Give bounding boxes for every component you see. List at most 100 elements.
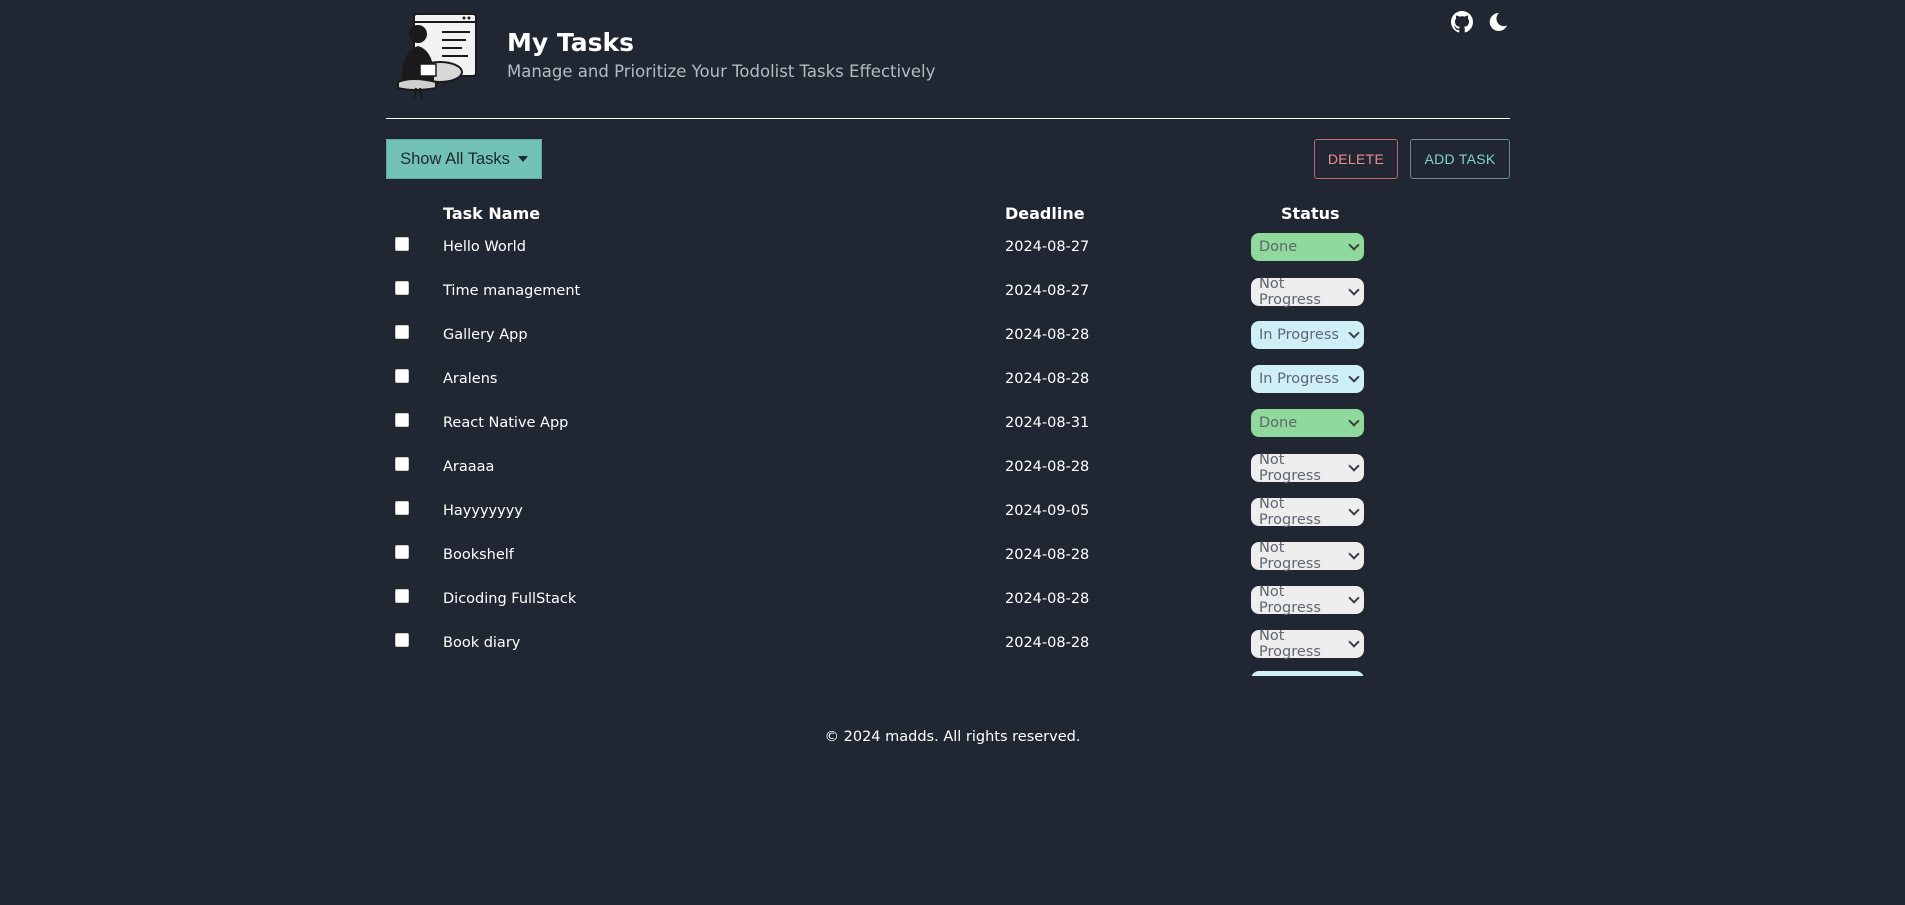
task-checkbox[interactable] <box>395 501 409 515</box>
task-name: Dicoding FullStack <box>443 591 577 607</box>
status-select[interactable]: Not Progress <box>1251 540 1364 572</box>
github-icon[interactable] <box>1450 10 1474 34</box>
status-cell: Not Progress <box>1251 533 1510 577</box>
table-row: Hello World 2024-08-27 Done <box>386 225 1510 269</box>
task-deadline: 2024-09-05 <box>1005 503 1090 519</box>
status-cell: Done <box>1251 401 1510 445</box>
table-row: Hayyyyyyy 2024-09-05 Not Progress <box>386 489 1510 533</box>
table-row: Dicoding FullStack 2024-08-28 Not Progress <box>386 577 1510 621</box>
table-row: Time management 2024-08-27 Not Progress <box>386 269 1510 313</box>
app-container: My Tasks Manage and Prioritize Your Todo… <box>386 0 1510 676</box>
task-checkbox[interactable] <box>395 545 409 559</box>
task-name: Aralens <box>443 371 498 387</box>
status-cell: In Progress <box>1251 357 1510 401</box>
status-select[interactable]: Not Progress <box>1251 276 1364 308</box>
table-header-row: Task Name Deadline Status <box>386 201 1510 225</box>
task-checkbox[interactable] <box>395 633 409 647</box>
select-cell <box>386 533 443 577</box>
status-select[interactable]: Not Progress <box>1251 628 1364 660</box>
status-value: Done <box>1259 239 1298 255</box>
top-icons <box>1450 10 1510 34</box>
status-cell: Not Progress <box>1251 577 1510 621</box>
table-row: Bookshelf 2024-08-28 Not Progress <box>386 533 1510 577</box>
task-deadline: 2024-08-28 <box>1005 327 1090 343</box>
moon-icon[interactable] <box>1486 10 1510 34</box>
status-value: Done <box>1259 415 1298 431</box>
add-task-button[interactable]: ADD TASK <box>1410 139 1510 179</box>
logo-illustration <box>397 13 477 101</box>
chevron-down-icon <box>1348 371 1360 383</box>
table-row-partial <box>386 665 1510 676</box>
status-select[interactable]: Done <box>1251 409 1364 437</box>
select-cell <box>386 401 443 445</box>
chevron-down-icon <box>1348 284 1360 296</box>
task-checkbox[interactable] <box>395 413 409 427</box>
task-name: Book diary <box>443 635 521 651</box>
select-cell <box>386 269 443 313</box>
select-cell <box>386 225 443 269</box>
task-table: Task Name Deadline Status Hello World 202… <box>386 201 1510 676</box>
status-value: Not Progress <box>1259 584 1321 616</box>
task-table-body: Hello World 2024-08-27 Done Time management… <box>386 225 1510 676</box>
chevron-down-icon <box>1348 327 1360 339</box>
status-cell: Not Progress <box>1251 445 1510 489</box>
task-name: Hayyyyyyy <box>443 503 523 519</box>
status-select[interactable]: Not Progress <box>1251 452 1364 484</box>
task-deadline: 2024-08-31 <box>1005 415 1090 431</box>
status-value: Not Progress <box>1259 540 1321 572</box>
status-select[interactable]: Not Progress <box>1251 584 1364 616</box>
column-header-status: Status <box>1281 203 1340 223</box>
status-value: Not Progress <box>1259 452 1321 484</box>
column-header-task-name: Task Name <box>443 203 541 223</box>
table-row: React Native App 2024-08-31 Done <box>386 401 1510 445</box>
chevron-down-icon <box>1348 636 1360 648</box>
delete-button[interactable]: DELETE <box>1314 139 1398 179</box>
select-cell <box>386 489 443 533</box>
task-deadline: 2024-08-28 <box>1005 371 1090 387</box>
filter-label: Show All Tasks <box>400 149 510 168</box>
select-cell <box>386 665 443 676</box>
status-select[interactable]: Not Progress <box>1251 496 1364 528</box>
task-name: React Native App <box>443 415 569 431</box>
select-cell <box>386 313 443 357</box>
caret-down-icon <box>517 156 528 162</box>
task-checkbox[interactable] <box>395 457 409 471</box>
chevron-down-icon <box>1348 460 1360 472</box>
task-checkbox[interactable] <box>395 369 409 383</box>
task-table-wrapper[interactable]: Task Name Deadline Status Hello World 202… <box>386 201 1510 676</box>
status-select[interactable]: In Progress <box>1251 321 1364 349</box>
table-row: Book diary 2024-08-28 Not Progress <box>386 621 1510 665</box>
status-value: Not Progress <box>1259 276 1321 308</box>
toolbar: Show All Tasks DELETE ADD TASK <box>386 139 1510 181</box>
status-cell: Not Progress <box>1251 489 1510 533</box>
status-select[interactable] <box>1251 671 1364 676</box>
header: My Tasks Manage and Prioritize Your Todo… <box>386 0 1510 119</box>
filter-dropdown[interactable]: Show All Tasks <box>386 139 542 179</box>
chevron-down-icon <box>1348 415 1360 427</box>
status-select[interactable]: Done <box>1251 233 1364 261</box>
task-deadline: 2024-08-28 <box>1005 635 1090 651</box>
status-select[interactable]: In Progress <box>1251 365 1364 393</box>
task-checkbox[interactable] <box>395 281 409 295</box>
chevron-down-icon <box>1348 504 1360 516</box>
page-title: My Tasks <box>507 28 634 57</box>
table-row: Aralens 2024-08-28 In Progress <box>386 357 1510 401</box>
status-cell <box>1251 665 1510 676</box>
task-checkbox[interactable] <box>395 589 409 603</box>
select-cell <box>386 621 443 665</box>
task-deadline: 2024-08-28 <box>1005 547 1090 563</box>
task-checkbox[interactable] <box>395 325 409 339</box>
task-name <box>443 665 1005 676</box>
select-cell <box>386 357 443 401</box>
status-cell: Not Progress <box>1251 621 1510 665</box>
task-name: Time management <box>443 283 581 299</box>
task-name: Araaaa <box>443 459 495 475</box>
footer-copyright: © 2024 madds. All rights reserved. <box>824 729 1081 745</box>
chevron-down-icon <box>1348 548 1360 560</box>
chevron-down-icon <box>1348 592 1360 604</box>
select-cell <box>386 445 443 489</box>
status-value: In Progress <box>1259 327 1339 343</box>
chevron-down-icon <box>1348 239 1360 251</box>
task-checkbox[interactable] <box>395 237 409 251</box>
page-subtitle: Manage and Prioritize Your Todolist Task… <box>507 62 936 81</box>
